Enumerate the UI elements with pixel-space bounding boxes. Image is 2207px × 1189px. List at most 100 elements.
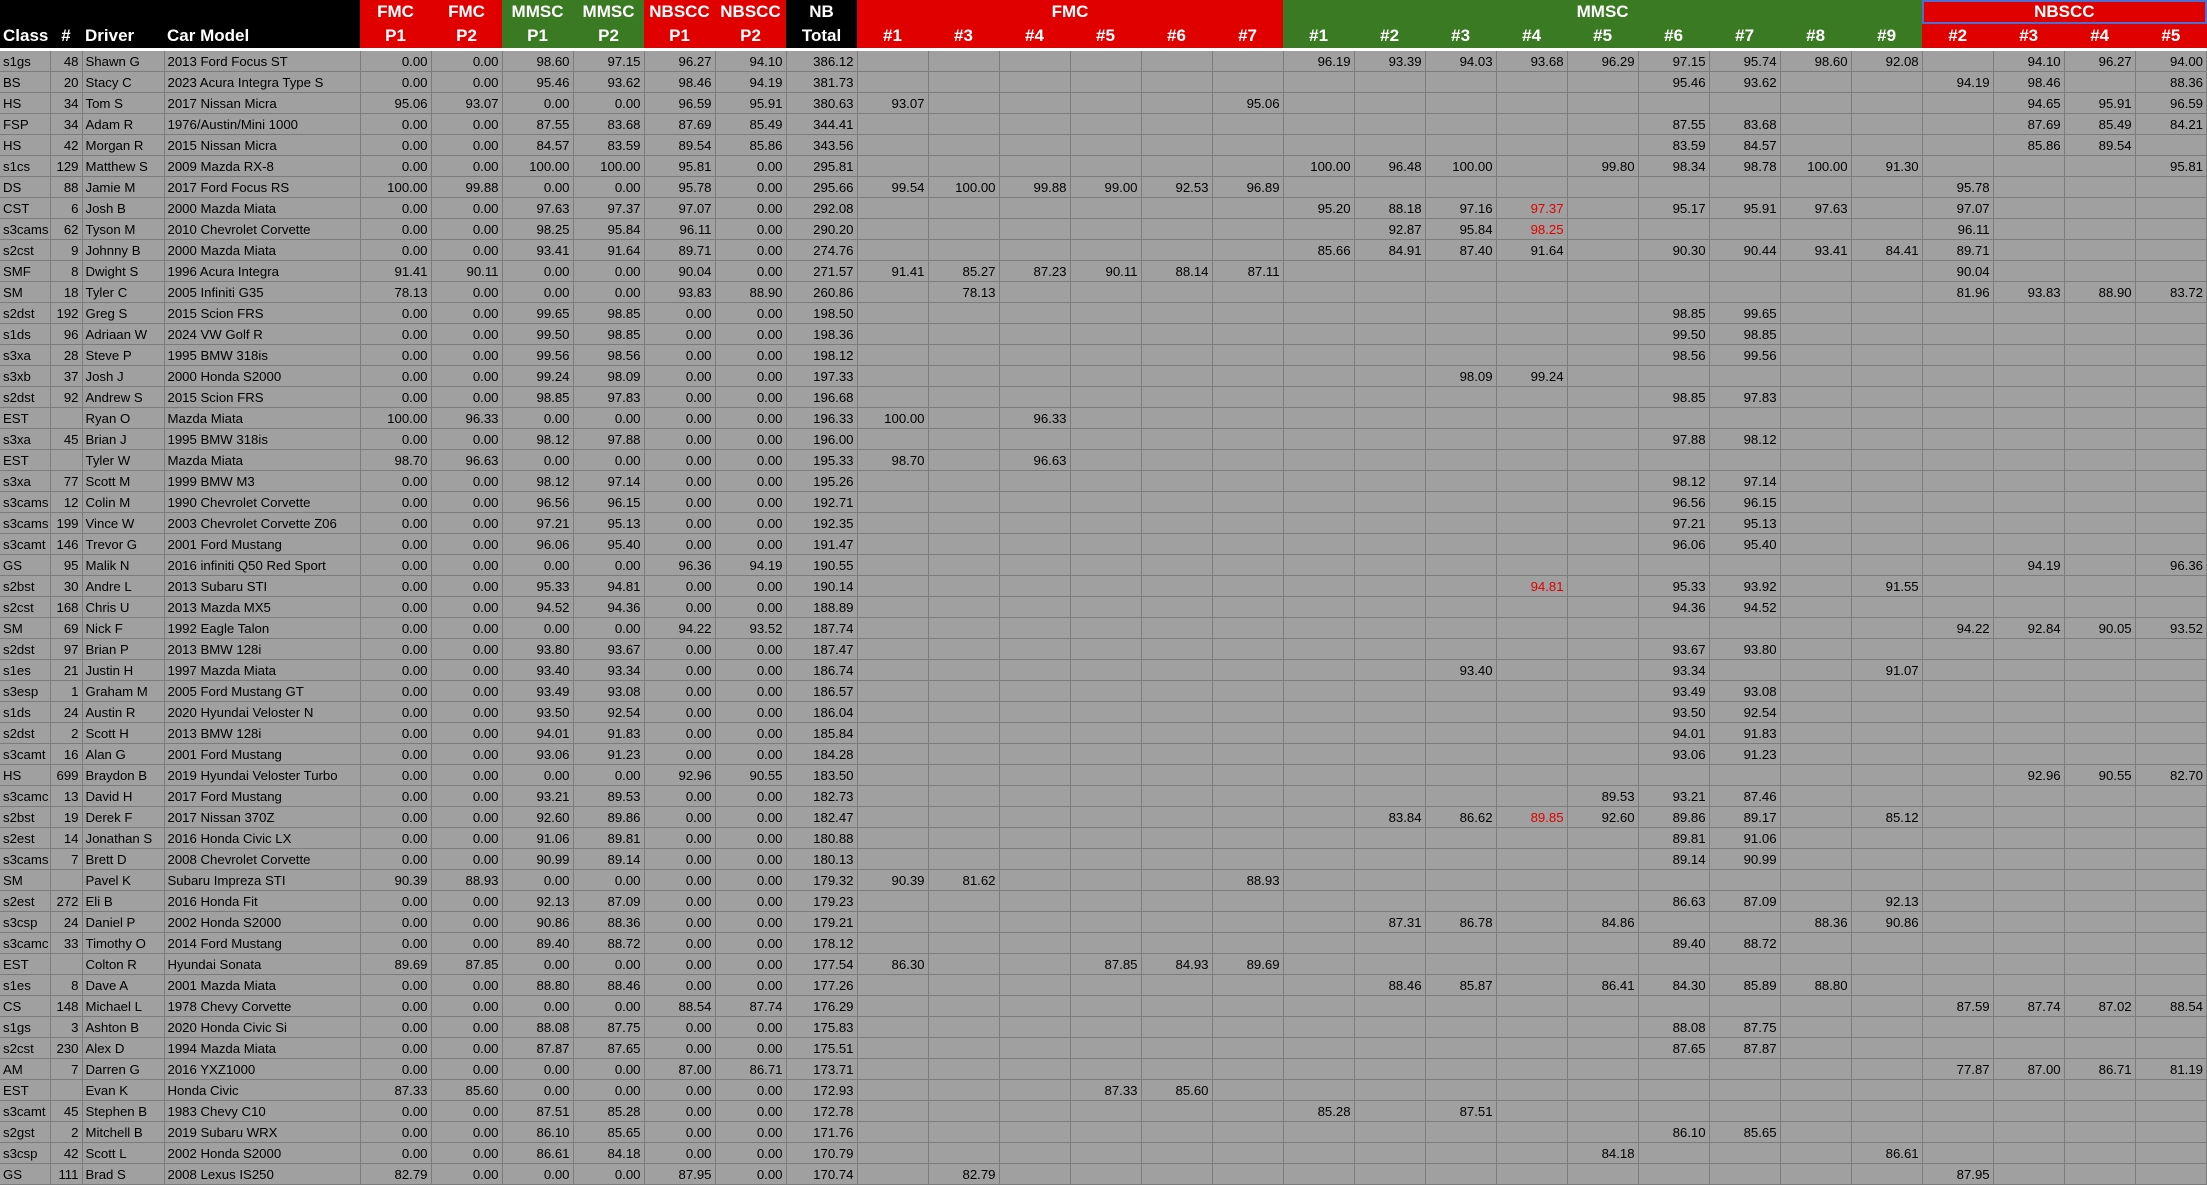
cell-driver[interactable]: Dwight S — [82, 260, 165, 282]
cell-nbscc-p2[interactable]: 0.00 — [715, 932, 787, 954]
cell-mmsc-event[interactable]: 85.87 — [1425, 974, 1497, 996]
cell-nbscc-event[interactable] — [1922, 302, 1994, 324]
cell-fmc-p2[interactable]: 0.00 — [431, 1142, 503, 1164]
cell-car-number[interactable]: 272 — [50, 890, 83, 912]
cell-nbscc-event[interactable]: 94.19 — [1922, 71, 1994, 93]
cell-mmsc-event[interactable] — [1425, 344, 1497, 366]
cell-mmsc-event[interactable] — [1496, 260, 1568, 282]
cell-mmsc-p2[interactable]: 0.00 — [573, 281, 645, 303]
cell-mmsc-event[interactable]: 88.72 — [1709, 932, 1781, 954]
cell-nbscc-event[interactable] — [1922, 1037, 1994, 1059]
cell-mmsc-event[interactable] — [1283, 890, 1355, 912]
cell-mmsc-p2[interactable]: 97.14 — [573, 470, 645, 492]
cell-fmc-event[interactable] — [1141, 764, 1213, 786]
cell-nb-total[interactable]: 179.23 — [786, 890, 858, 912]
cell-fmc-event[interactable] — [928, 974, 1000, 996]
cell-fmc-event[interactable] — [999, 743, 1071, 765]
cell-nbscc-event[interactable] — [2064, 1142, 2136, 1164]
cell-mmsc-event[interactable] — [1709, 1058, 1781, 1080]
cell-fmc-p2[interactable]: 96.33 — [431, 407, 503, 429]
cell-fmc-event[interactable] — [928, 470, 1000, 492]
cell-mmsc-event[interactable] — [1496, 680, 1568, 702]
cell-nbscc-p2[interactable]: 0.00 — [715, 512, 787, 534]
cell-nbscc-event[interactable] — [2135, 743, 2207, 765]
cell-mmsc-p1[interactable]: 93.40 — [502, 659, 574, 681]
cell-nbscc-event[interactable] — [2135, 1121, 2207, 1143]
cell-mmsc-p2[interactable]: 97.15 — [573, 49, 645, 72]
cell-mmsc-p1[interactable]: 98.85 — [502, 386, 574, 408]
cell-mmsc-event[interactable] — [1851, 302, 1923, 324]
cell-fmc-event[interactable] — [1141, 344, 1213, 366]
table-row[interactable]: s3camt 146 Trevor G 2001 Ford Mustang 0.00 0.… — [0, 533, 2207, 555]
cell-nbscc-event[interactable]: 87.95 — [1922, 1163, 1994, 1185]
cell-mmsc-event[interactable] — [1354, 281, 1426, 303]
cell-fmc-event[interactable] — [1141, 218, 1213, 240]
cell-mmsc-event[interactable] — [1354, 617, 1426, 639]
cell-nbscc-event[interactable]: 85.86 — [1993, 134, 2065, 156]
cell-mmsc-event[interactable] — [1283, 1037, 1355, 1059]
cell-mmsc-event[interactable] — [1851, 134, 1923, 156]
cell-fmc-event[interactable] — [999, 764, 1071, 786]
cell-nbscc-event[interactable] — [2064, 827, 2136, 849]
cell-mmsc-p1[interactable]: 86.61 — [502, 1142, 574, 1164]
cell-class[interactable]: s3cams — [0, 218, 51, 240]
cell-nbscc-p1[interactable]: 88.54 — [644, 995, 716, 1017]
cell-nbscc-event[interactable]: 81.19 — [2135, 1058, 2207, 1080]
cell-fmc-event[interactable] — [1141, 974, 1213, 996]
cell-mmsc-event[interactable] — [1425, 596, 1497, 618]
cell-car-number[interactable]: 199 — [50, 512, 83, 534]
cell-mmsc-event[interactable] — [1354, 134, 1426, 156]
cell-nbscc-event[interactable] — [1993, 1079, 2065, 1101]
cell-fmc-event[interactable] — [1070, 533, 1142, 555]
cell-mmsc-event[interactable]: 91.64 — [1496, 239, 1568, 261]
cell-fmc-p2[interactable]: 0.00 — [431, 218, 503, 240]
cell-fmc-event[interactable] — [999, 722, 1071, 744]
cell-fmc-event[interactable] — [1070, 701, 1142, 723]
cell-mmsc-event[interactable]: 90.99 — [1709, 848, 1781, 870]
cell-fmc-event[interactable] — [857, 638, 929, 660]
cell-mmsc-event[interactable]: 98.60 — [1780, 49, 1852, 72]
cell-mmsc-event[interactable] — [1425, 575, 1497, 597]
cell-nbscc-p2[interactable]: 0.00 — [715, 323, 787, 345]
table-row[interactable]: s2dst 192 Greg S 2015 Scion FRS 0.00 0.00 99.6… — [0, 302, 2207, 324]
cell-mmsc-p2[interactable]: 84.18 — [573, 1142, 645, 1164]
cell-mmsc-event[interactable] — [1283, 449, 1355, 471]
cell-nb-total[interactable]: 176.29 — [786, 995, 858, 1017]
cell-fmc-event[interactable] — [928, 1037, 1000, 1059]
cell-mmsc-event[interactable] — [1567, 953, 1639, 975]
table-row[interactable]: s2est 272 Eli B 2016 Honda Fit 0.00 0.00 92.13… — [0, 890, 2207, 912]
cell-fmc-p2[interactable]: 0.00 — [431, 134, 503, 156]
cell-mmsc-event[interactable] — [1851, 827, 1923, 849]
cell-class[interactable]: s3xb — [0, 365, 51, 387]
cell-fmc-p2[interactable]: 0.00 — [431, 659, 503, 681]
cell-mmsc-event[interactable]: 84.86 — [1567, 911, 1639, 933]
cell-mmsc-event[interactable]: 92.54 — [1709, 701, 1781, 723]
cell-nbscc-event[interactable] — [1922, 49, 1994, 72]
cell-fmc-event[interactable] — [1212, 407, 1284, 429]
cell-fmc-event[interactable] — [1141, 239, 1213, 261]
cell-nbscc-p2[interactable]: 0.00 — [715, 491, 787, 513]
cell-nbscc-event[interactable] — [2064, 1037, 2136, 1059]
table-row[interactable]: GS 95 Malik N 2016 infiniti Q50 Red Sport 0.… — [0, 554, 2207, 576]
cell-mmsc-event[interactable]: 87.87 — [1709, 1037, 1781, 1059]
cell-fmc-event[interactable] — [928, 1016, 1000, 1038]
cell-fmc-event[interactable]: 96.33 — [999, 407, 1071, 429]
cell-nbscc-event[interactable] — [2064, 365, 2136, 387]
cell-nbscc-event[interactable] — [2135, 239, 2207, 261]
cell-nbscc-p1[interactable]: 0.00 — [644, 638, 716, 660]
cell-mmsc-p1[interactable]: 99.50 — [502, 323, 574, 345]
cell-driver[interactable]: Nick F — [82, 617, 165, 639]
cell-fmc-p2[interactable]: 0.00 — [431, 932, 503, 954]
cell-nbscc-event[interactable] — [2064, 680, 2136, 702]
cell-nbscc-p2[interactable]: 0.00 — [715, 428, 787, 450]
cell-mmsc-event[interactable] — [1354, 785, 1426, 807]
cell-fmc-event[interactable]: 85.60 — [1141, 1079, 1213, 1101]
cell-car-number[interactable]: 77 — [50, 470, 83, 492]
cell-nbscc-event[interactable] — [1922, 722, 1994, 744]
cell-class[interactable]: s3camt — [0, 743, 51, 765]
cell-fmc-event[interactable] — [1212, 344, 1284, 366]
cell-nbscc-event[interactable]: 93.83 — [1993, 281, 2065, 303]
cell-mmsc-event[interactable] — [1496, 407, 1568, 429]
cell-fmc-event[interactable] — [1141, 638, 1213, 660]
cell-nbscc-event[interactable] — [1993, 344, 2065, 366]
